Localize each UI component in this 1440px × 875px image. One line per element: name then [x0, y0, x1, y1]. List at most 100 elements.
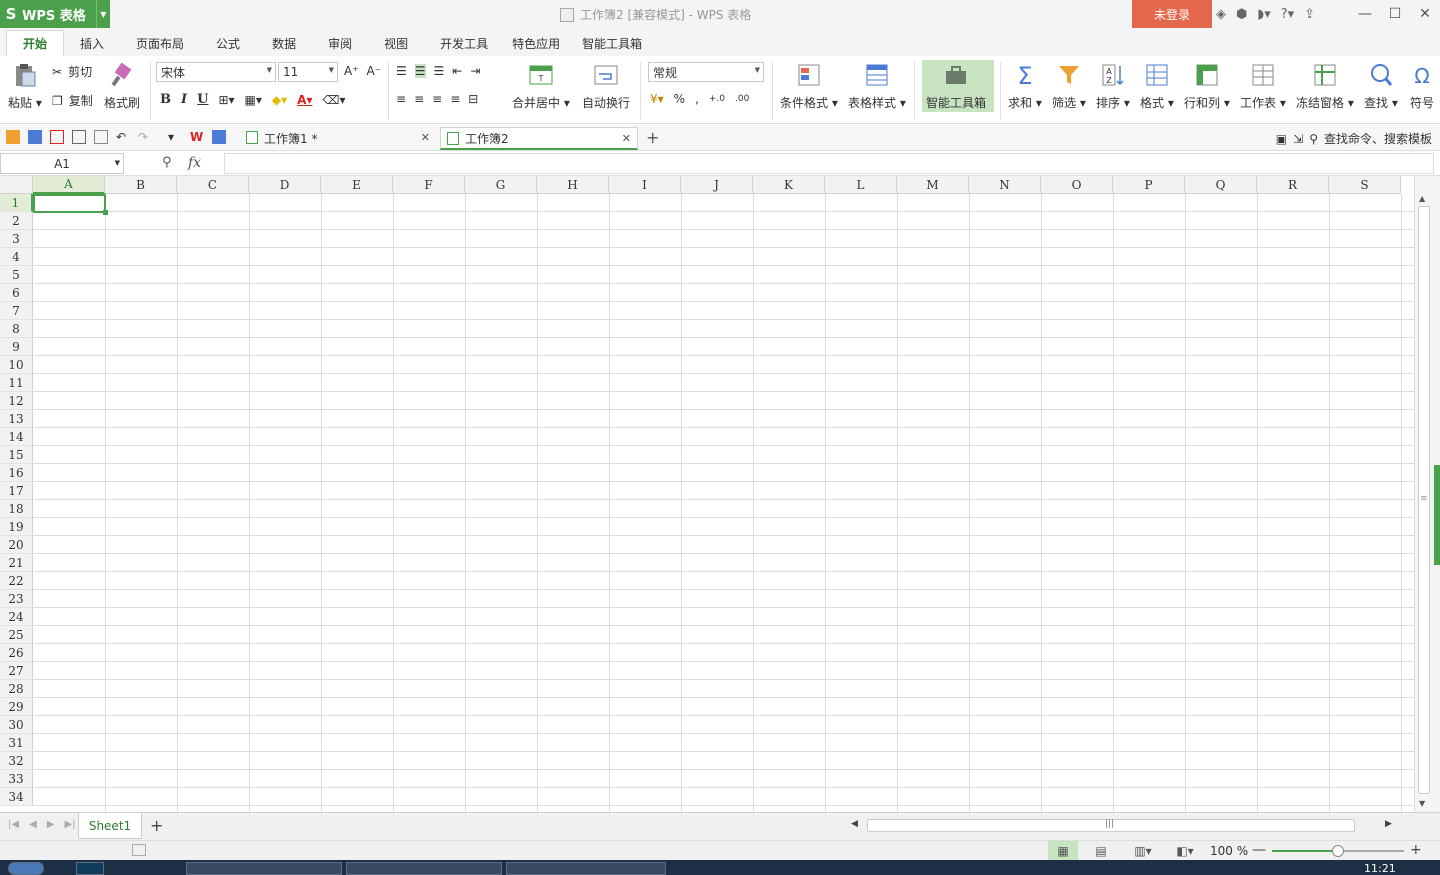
copy-button[interactable]: ❐ 复制 [52, 92, 93, 109]
help-icon[interactable]: ?▾ [1281, 7, 1294, 22]
save-icon[interactable] [28, 130, 42, 144]
open-folder-icon[interactable] [6, 130, 20, 144]
font-color-icon[interactable]: A▾ [297, 93, 312, 107]
normal-view-icon[interactable]: ▦ [1048, 841, 1078, 861]
column-header-c[interactable]: C [177, 176, 249, 194]
font-size-select[interactable]: 11 ▼ [278, 62, 338, 82]
spreadsheet-grid[interactable]: A B C D E F G H I J K L M N O P Q R S 1 2 3 4 5 6 7 8 9 10 11 12 13 14 15… [0, 176, 1414, 812]
skin-icon[interactable]: ◈ [1216, 7, 1226, 22]
align-top-icon[interactable]: ☰ [396, 64, 407, 78]
row-header-30[interactable]: 30 [0, 716, 33, 734]
row-header-4[interactable]: 4 [0, 248, 33, 266]
column-header-n[interactable]: N [969, 176, 1041, 194]
scroll-down-icon[interactable]: ▼ [1419, 799, 1425, 808]
row-header-29[interactable]: 29 [0, 698, 33, 716]
zoom-slider-knob[interactable] [1332, 845, 1344, 857]
add-sheet-icon[interactable]: + [150, 816, 163, 835]
increase-font-icon[interactable]: A⁺ [344, 64, 359, 78]
selected-cell-a1[interactable] [33, 194, 108, 215]
row-header-32[interactable]: 32 [0, 752, 33, 770]
settings-icon[interactable]: ⬢ [1236, 7, 1247, 22]
rows-cols-button[interactable]: 行和列 ▾ [1184, 62, 1230, 111]
column-header-a[interactable]: A [33, 176, 105, 194]
scroll-up-icon[interactable]: ▲ [1419, 194, 1425, 203]
worksheet-button[interactable]: 工作表 ▾ [1240, 62, 1286, 111]
side-panel-handle[interactable] [1434, 465, 1440, 565]
sort-button[interactable]: AZ 排序 ▾ [1096, 62, 1130, 111]
decrease-font-icon[interactable]: A⁻ [367, 64, 382, 78]
fill-color-icon[interactable]: ◆▾ [272, 93, 287, 107]
find-button[interactable]: 查找 ▾ [1364, 62, 1398, 111]
column-header-f[interactable]: F [393, 176, 465, 194]
row-header-2[interactable]: 2 [0, 212, 33, 230]
format-button[interactable]: 格式 ▾ [1140, 62, 1174, 111]
column-header-q[interactable]: Q [1185, 176, 1257, 194]
row-header-13[interactable]: 13 [0, 410, 33, 428]
row-header-9[interactable]: 9 [0, 338, 33, 356]
maximize-icon[interactable]: ☐ [1380, 0, 1410, 28]
taskbar-window[interactable] [346, 862, 502, 875]
row-header-25[interactable]: 25 [0, 626, 33, 644]
decrease-indent-icon[interactable]: ⇤ [452, 64, 462, 78]
row-header-16[interactable]: 16 [0, 464, 33, 482]
taskbar-app-icon[interactable] [76, 862, 104, 875]
row-header-17[interactable]: 17 [0, 482, 33, 500]
formula-input[interactable] [224, 153, 1434, 174]
tab-developer[interactable]: 开发工具 [424, 30, 504, 56]
font-name-select[interactable]: 宋体 ▼ [156, 62, 276, 82]
prev-sheet-icon[interactable]: ◀ [29, 819, 37, 830]
row-header-7[interactable]: 7 [0, 302, 33, 320]
column-header-j[interactable]: J [681, 176, 753, 194]
row-header-10[interactable]: 10 [0, 356, 33, 374]
underline-button[interactable]: U [197, 92, 208, 107]
align-left-icon[interactable]: ≡ [396, 92, 406, 106]
border-icon[interactable]: ⊞▾ [218, 93, 234, 107]
undo-icon[interactable]: ↶ [116, 130, 130, 144]
tab-view[interactable]: 视图 [368, 30, 424, 56]
wrap-text-button[interactable]: 自动换行 [582, 62, 630, 111]
insert-function-button[interactable]: fx [188, 155, 201, 171]
zoom-level[interactable]: 100 % [1210, 844, 1248, 858]
login-button[interactable]: 未登录 [1132, 0, 1212, 28]
column-header-b[interactable]: B [105, 176, 177, 194]
tab-page-layout[interactable]: 页面布局 [120, 30, 200, 56]
vertical-scrollbar[interactable]: ▲ ≡ ▼ [1414, 176, 1432, 812]
row-header-33[interactable]: 33 [0, 770, 33, 788]
wps-office-icon[interactable]: W [190, 130, 204, 144]
table-style-button[interactable]: 表格样式 ▾ [848, 62, 906, 111]
print-icon[interactable] [72, 130, 86, 144]
upload-icon[interactable]: ⇪ [1304, 7, 1315, 22]
row-header-5[interactable]: 5 [0, 266, 33, 284]
bold-button[interactable]: B [160, 92, 171, 107]
column-header-m[interactable]: M [897, 176, 969, 194]
print-preview-icon[interactable] [94, 130, 108, 144]
column-header-r[interactable]: R [1257, 176, 1329, 194]
close-tab-icon[interactable]: ✕ [421, 131, 430, 144]
page-break-view-icon[interactable]: ▤ [1086, 841, 1116, 861]
tab-home[interactable]: 开始 [6, 30, 65, 56]
macro-record-icon[interactable] [132, 844, 146, 856]
cell-style-icon[interactable]: ▦▾ [245, 93, 262, 107]
column-header-e[interactable]: E [321, 176, 393, 194]
column-header-g[interactable]: G [465, 176, 537, 194]
row-header-3[interactable]: 3 [0, 230, 33, 248]
select-all-corner[interactable] [0, 176, 33, 194]
row-header-12[interactable]: 12 [0, 392, 33, 410]
slideshow-icon[interactable]: ▣ [1276, 132, 1287, 146]
tab-special[interactable]: 特色应用 [504, 30, 568, 56]
row-header-23[interactable]: 23 [0, 590, 33, 608]
column-header-i[interactable]: I [609, 176, 681, 194]
tab-data[interactable]: 数据 [256, 30, 312, 56]
clear-format-icon[interactable]: ⌫▾ [322, 93, 345, 107]
align-middle-icon[interactable]: ☰ [414, 64, 426, 78]
merge-center-button[interactable]: T 合并居中 ▾ [512, 62, 570, 111]
paste-button[interactable]: 粘贴 ▾ [8, 62, 42, 111]
row-header-22[interactable]: 22 [0, 572, 33, 590]
wps-app-menu-button[interactable]: S WPS 表格 ▼ [0, 0, 110, 28]
cut-button[interactable]: ✂ 剪切 [52, 63, 92, 80]
doc-tab-workbook2[interactable]: 工作簿2 ✕ [440, 127, 638, 150]
horizontal-scrollbar[interactable]: ◀ ||| ▶ [845, 819, 1405, 833]
doc-tab-workbook1[interactable]: 工作簿1 * ✕ [240, 127, 436, 150]
cube-icon[interactable] [212, 130, 226, 144]
row-header-6[interactable]: 6 [0, 284, 33, 302]
